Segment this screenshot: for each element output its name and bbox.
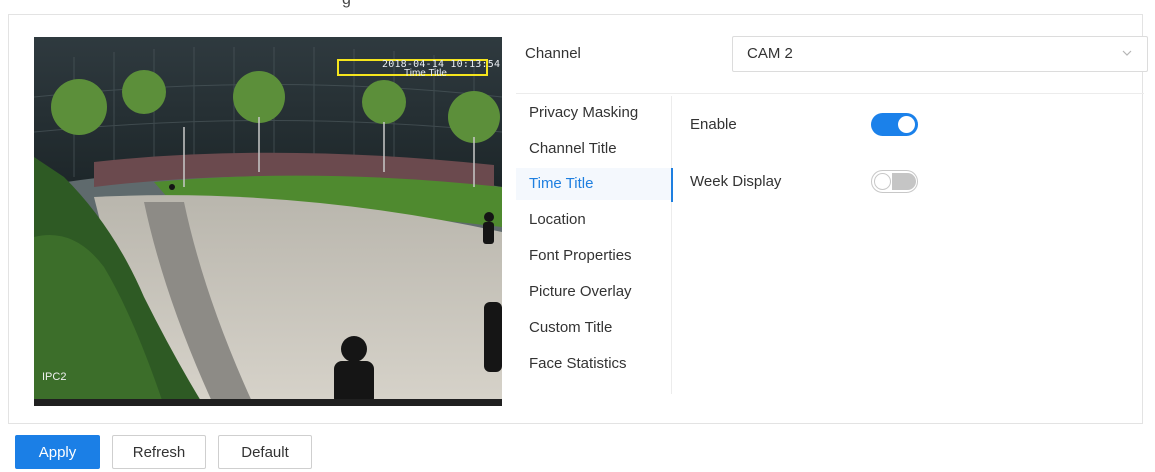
menu-item-custom-title[interactable]: Custom Title [516,312,672,344]
enable-toggle[interactable] [871,113,918,136]
osd-time-title-label: Time Title [404,68,447,79]
toggle-knob [898,116,915,133]
menu-item-privacy-masking[interactable]: Privacy Masking [516,97,672,129]
menu-item-picture-overlay[interactable]: Picture Overlay [516,276,672,308]
menu-item-channel-title[interactable]: Channel Title [516,133,672,165]
camera-scene [34,37,502,406]
channel-label: Channel [525,45,581,62]
menu-item-face-statistics[interactable]: Face Statistics [516,348,672,380]
week-display-toggle[interactable] [871,170,918,193]
channel-select[interactable]: CAM 2 [732,36,1148,72]
divider [516,93,1144,94]
week-display-label: Week Display [690,173,782,190]
chevron-down-icon [1121,46,1133,64]
clipped-heading: g [0,0,1155,14]
apply-button[interactable]: Apply [15,435,100,469]
menu-item-location[interactable]: Location [516,204,672,236]
video-preview[interactable]: 2018-04-14 10:13:54 Time Title IPC2 [34,37,502,406]
osd-channel-name: IPC2 [42,371,67,383]
refresh-button[interactable]: Refresh [112,435,206,469]
toggle-knob [874,173,891,190]
enable-label: Enable [690,116,737,133]
menu-item-font-properties[interactable]: Font Properties [516,240,672,272]
channel-select-value: CAM 2 [747,45,793,62]
menu-item-time-title[interactable]: Time Title [516,168,673,202]
overlay-menu: Privacy Masking Channel Title Time Title… [516,96,673,394]
default-button[interactable]: Default [218,435,312,469]
